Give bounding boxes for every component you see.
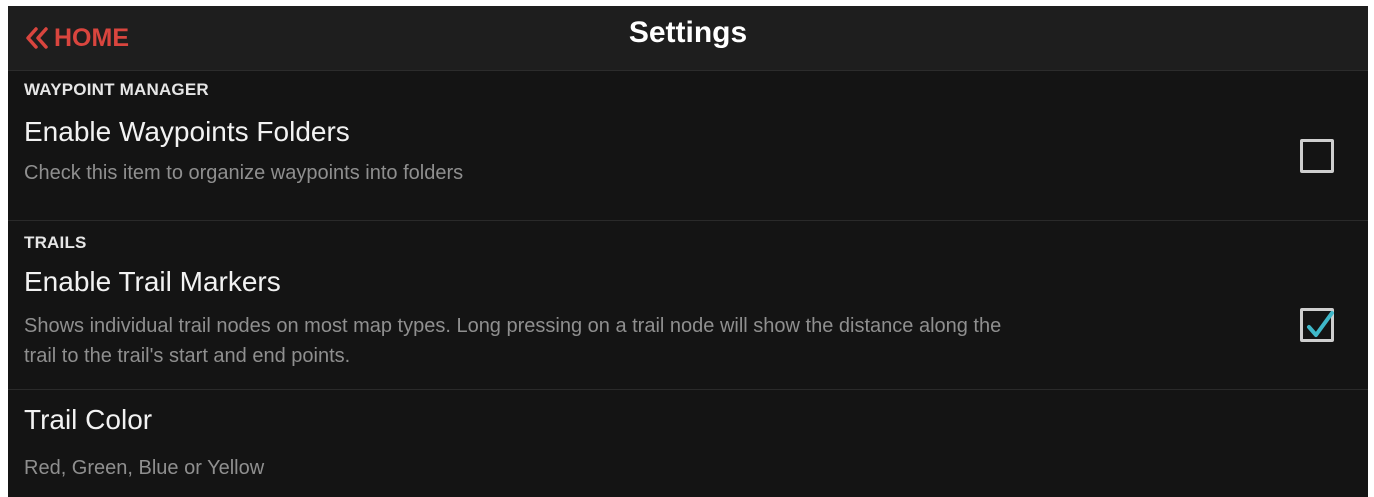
waypoints-folders-checkbox[interactable]	[1300, 139, 1334, 173]
setting-subtitle-enable-trail-markers-line2: trail to the trail's start and end point…	[24, 345, 351, 367]
section-header-trails: TRAILS	[24, 233, 87, 252]
section-header-waypoint-manager: WAYPOINT MANAGER	[24, 80, 209, 99]
setting-subtitle-enable-waypoints-folders: Check this item to organize waypoints in…	[24, 162, 464, 184]
setting-subtitle-trail-color: Red, Green, Blue or Yellow	[24, 457, 265, 479]
page-title: Settings	[628, 16, 748, 49]
setting-title-enable-waypoints-folders: Enable Waypoints Folders	[24, 116, 350, 147]
setting-title-enable-trail-markers: Enable Trail Markers	[24, 266, 281, 297]
checkbox-checked-icon	[1307, 311, 1334, 337]
setting-title-trail-color: Trail Color	[24, 404, 153, 435]
settings-screen: HOME Settings WAYPOINT MANAGER Enable Wa…	[8, 6, 1368, 497]
setting-subtitle-enable-trail-markers-line1: Shows individual trail nodes on most map…	[24, 315, 1002, 337]
top-bar: HOME Settings	[8, 6, 1368, 71]
trail-markers-checkbox[interactable]	[1300, 308, 1334, 342]
divider	[8, 220, 1368, 221]
